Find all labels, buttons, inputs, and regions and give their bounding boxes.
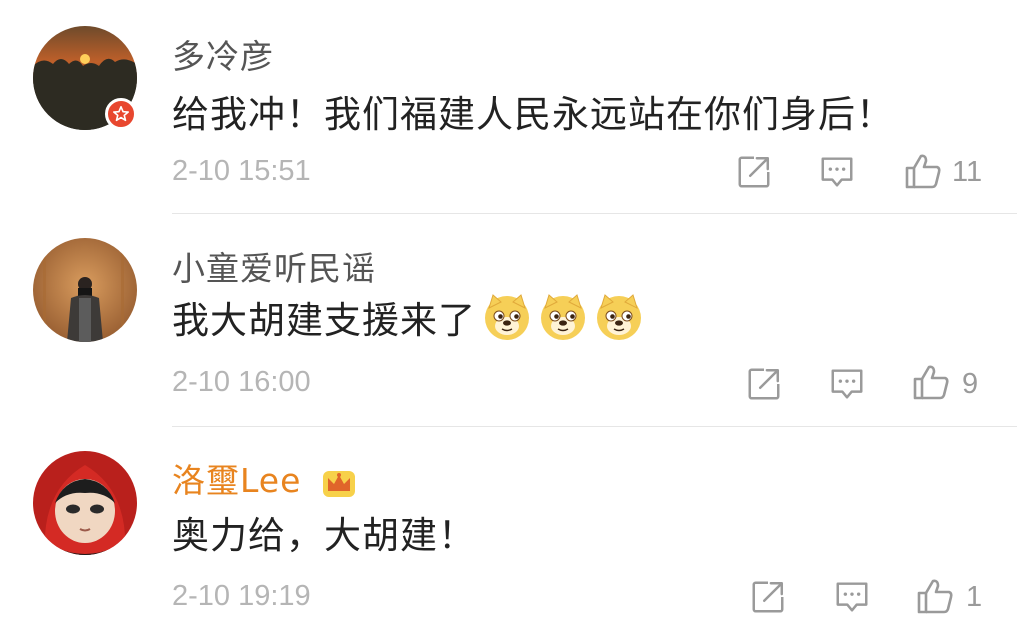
star-badge-icon xyxy=(105,98,137,130)
crown-icon xyxy=(322,470,355,497)
comment-icon[interactable] xyxy=(833,578,871,616)
person-photo-avatar xyxy=(33,238,137,342)
like-icon[interactable] xyxy=(911,362,951,402)
comment-text: 给我冲！我们福建人民永远站在你们身后！ xyxy=(172,84,894,138)
comment-username[interactable]: 小童爱听民谣 xyxy=(172,242,376,290)
like-count: 9 xyxy=(962,368,979,400)
avatar[interactable] xyxy=(33,451,137,555)
divider xyxy=(172,426,1017,427)
share-icon[interactable] xyxy=(745,365,783,403)
like-icon[interactable] xyxy=(903,151,943,191)
comment-timestamp: 2-10 19:19 xyxy=(172,580,311,612)
comment-timestamp: 2-10 16:00 xyxy=(172,366,311,398)
comment-timestamp: 2-10 15:51 xyxy=(172,155,311,187)
avatar[interactable] xyxy=(33,238,137,342)
doge-emoji xyxy=(538,292,588,342)
comment-text-body: 给我冲！我们福建人民永远站在你们身后！ xyxy=(172,93,894,136)
comment-text-body: 我大胡建支援来了 xyxy=(172,299,476,342)
divider xyxy=(172,213,1017,214)
comment-username[interactable]: 洛璽Lee xyxy=(172,454,357,502)
comment-text: 奥力给，大胡建！ xyxy=(172,505,476,559)
like-count: 1 xyxy=(966,581,983,613)
doge-emoji xyxy=(482,292,532,342)
comment-text-body: 奥力给，大胡建！ xyxy=(172,514,476,557)
comment-icon[interactable] xyxy=(818,153,856,191)
comment-username-text: 洛璽Lee xyxy=(172,461,302,500)
avatar[interactable] xyxy=(33,26,137,130)
like-icon[interactable] xyxy=(915,576,955,616)
share-icon[interactable] xyxy=(749,578,787,616)
share-icon[interactable] xyxy=(735,153,773,191)
like-count: 11 xyxy=(952,156,983,188)
comment-username[interactable]: 多冷彦 xyxy=(172,30,274,78)
cartoon-avatar xyxy=(33,451,137,555)
comment-text: 我大胡建支援来了 xyxy=(172,290,644,344)
doge-emoji xyxy=(594,292,644,342)
comment-icon[interactable] xyxy=(828,365,866,403)
